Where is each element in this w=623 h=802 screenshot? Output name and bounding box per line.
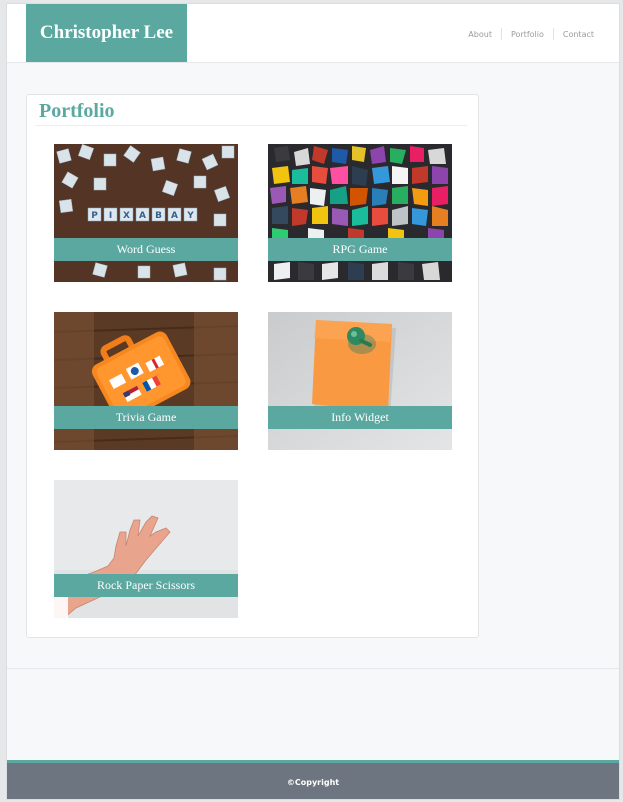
svg-text:P: P <box>91 211 98 221</box>
portfolio-card: Portfolio P I X A B A Y Word Guess RPG G… <box>26 94 479 638</box>
portfolio-title: Portfolio <box>39 100 115 122</box>
portfolio-item-rock-paper-scissors[interactable]: Rock Paper Scissors <box>54 480 238 618</box>
portfolio-item-rpg-game[interactable]: RPG Game <box>268 144 452 282</box>
tile-label: Trivia Game <box>54 406 238 429</box>
dice-pile-image <box>268 144 452 282</box>
sticky-note-image <box>268 312 452 450</box>
tile-label: Info Widget <box>268 406 452 429</box>
title-divider <box>35 125 467 126</box>
svg-text:Y: Y <box>186 211 194 221</box>
orange-suitcase-image <box>54 312 238 450</box>
nav-link-portfolio[interactable]: Portfolio <box>502 30 553 39</box>
portfolio-item-word-guess[interactable]: P I X ABA Y Word Guess <box>54 144 238 282</box>
page-frame: Christopher Lee About Portfolio Contact … <box>6 3 620 800</box>
copyright-text: ©Copyright <box>286 777 340 787</box>
section-divider <box>7 668 619 669</box>
svg-text:A: A <box>139 211 146 221</box>
brand-logo[interactable]: Christopher Lee <box>26 4 187 62</box>
svg-text:X: X <box>123 211 130 221</box>
tile-label: Rock Paper Scissors <box>54 574 238 597</box>
svg-text:A: A <box>171 211 178 221</box>
svg-text:I: I <box>109 211 112 221</box>
scrabble-tiles-image: P I X ABA Y <box>54 144 238 282</box>
nav-link-contact[interactable]: Contact <box>554 30 603 39</box>
svg-text:B: B <box>155 211 162 221</box>
site-header: Christopher Lee About Portfolio Contact <box>7 4 619 63</box>
raised-hand-image <box>54 480 238 618</box>
tile-label: RPG Game <box>268 238 452 261</box>
site-footer: ©Copyright <box>7 760 619 799</box>
nav-link-about[interactable]: About <box>459 30 501 39</box>
portfolio-item-trivia-game[interactable]: Trivia Game <box>54 312 238 450</box>
portfolio-item-info-widget[interactable]: Info Widget <box>268 312 452 450</box>
main-nav: About Portfolio Contact <box>459 28 603 40</box>
tile-label: Word Guess <box>54 238 238 261</box>
